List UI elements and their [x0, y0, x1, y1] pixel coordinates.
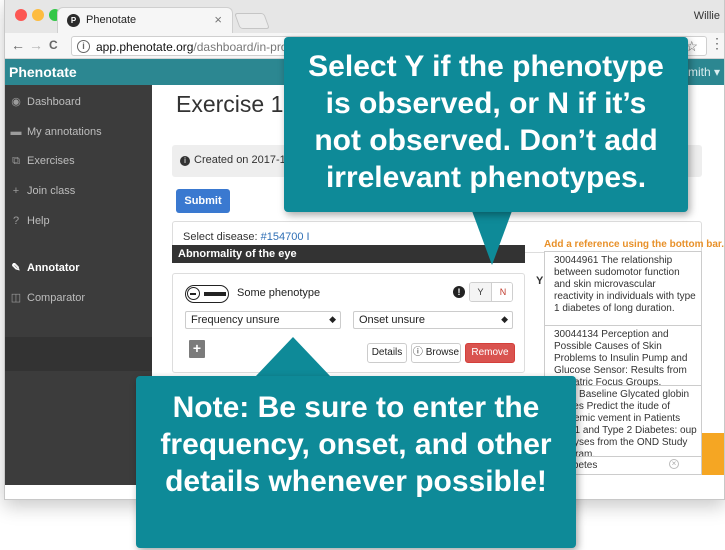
- question-icon: ?: [12, 215, 20, 227]
- info-circle-icon: i: [180, 156, 190, 166]
- observed-no-button[interactable]: N: [492, 283, 512, 301]
- clear-search-icon[interactable]: ×: [669, 459, 679, 469]
- callout-pointer-bottom: [255, 337, 331, 377]
- select-arrows-icon: ◆: [329, 314, 336, 324]
- yes-no-toggle: Y N: [469, 282, 513, 302]
- observed-yes-button[interactable]: Y: [470, 283, 492, 301]
- reference-add-bar[interactable]: [702, 433, 724, 475]
- sidebar: ◉ Dashboard ▬ My annotations ⧉ Exercises + J…: [5, 85, 152, 485]
- sidebar-item-dashboard[interactable]: ◉ Dashboard: [9, 95, 81, 108]
- phenotate-favicon-icon: P: [67, 14, 80, 27]
- frequency-select[interactable]: Frequency unsure ◆: [185, 311, 341, 329]
- close-window-button[interactable]: [15, 9, 27, 21]
- submit-button[interactable]: Submit: [176, 189, 230, 213]
- phenotype-toggle[interactable]: [185, 285, 229, 303]
- sidebar-item-annotator[interactable]: ✎ Annotator: [9, 261, 79, 274]
- exclamation-circle-icon[interactable]: !: [453, 286, 465, 298]
- plus-icon: +: [12, 185, 20, 197]
- app-brand[interactable]: Phenotate: [9, 64, 77, 80]
- remove-button[interactable]: Remove: [465, 343, 515, 363]
- forward-arrow-icon[interactable]: →: [29, 37, 43, 53]
- disease-link[interactable]: #154700 I: [261, 231, 310, 243]
- instruction-callout-top: Select Y if the phenotype is observed, o…: [284, 37, 688, 212]
- folder-icon: ▬: [10, 126, 22, 138]
- columns-icon: ◫: [10, 292, 22, 304]
- phenotype-annotation-card: Some phenotype ! Y N Frequency unsure ◆ O…: [172, 273, 525, 373]
- pencil-icon: ✎: [11, 262, 21, 274]
- tab-title: Phenotate: [86, 14, 137, 26]
- select-arrows-icon: ◆: [501, 314, 508, 324]
- tab-close-icon[interactable]: ×: [214, 12, 222, 27]
- info-icon[interactable]: i: [77, 40, 90, 53]
- phenotype-name: Some phenotype: [237, 287, 321, 299]
- column-label: Y: [536, 275, 544, 287]
- minimize-window-button[interactable]: [32, 9, 44, 21]
- tachometer-icon: ◉: [11, 96, 21, 108]
- info-circle-icon: ⓘ: [412, 347, 426, 358]
- user-menu[interactable]: mith ▾: [688, 65, 720, 79]
- new-tab-button[interactable]: [234, 13, 270, 29]
- sidebar-item-help[interactable]: ? Help: [9, 215, 50, 227]
- callout-pointer-top: [472, 211, 512, 265]
- sidebar-item-comparator[interactable]: ◫ Comparator: [9, 291, 85, 304]
- sidebar-item-join-class[interactable]: + Join class: [9, 185, 76, 197]
- browser-menu-icon[interactable]: ⋮: [710, 35, 724, 52]
- instruction-callout-bottom: Note: Be sure to enter the frequency, on…: [136, 376, 576, 548]
- minus-circle-icon: [187, 287, 200, 300]
- reload-icon[interactable]: C: [49, 38, 58, 52]
- sidebar-item-my-annotations[interactable]: ▬ My annotations: [9, 126, 102, 138]
- details-button[interactable]: Details: [367, 343, 407, 363]
- reference-item[interactable]: 30044961 The relationship between sudomo…: [545, 252, 701, 326]
- back-arrow-icon[interactable]: ←: [11, 37, 25, 53]
- add-detail-icon[interactable]: +: [189, 340, 205, 358]
- copy-icon: ⧉: [12, 155, 20, 167]
- sidebar-active-band: [5, 337, 152, 371]
- sidebar-item-exercises[interactable]: ⧉ Exercises: [9, 155, 75, 168]
- browser-tab[interactable]: P Phenotate ×: [57, 7, 233, 33]
- browse-button[interactable]: ⓘ Browse: [411, 343, 461, 363]
- reference-hint: Add a reference using the bottom bar.: [544, 239, 725, 250]
- browser-profile-name[interactable]: Willie: [694, 10, 720, 22]
- onset-select[interactable]: Onset unsure ◆: [353, 311, 513, 329]
- browser-tab-bar: P Phenotate × Willie: [5, 0, 724, 33]
